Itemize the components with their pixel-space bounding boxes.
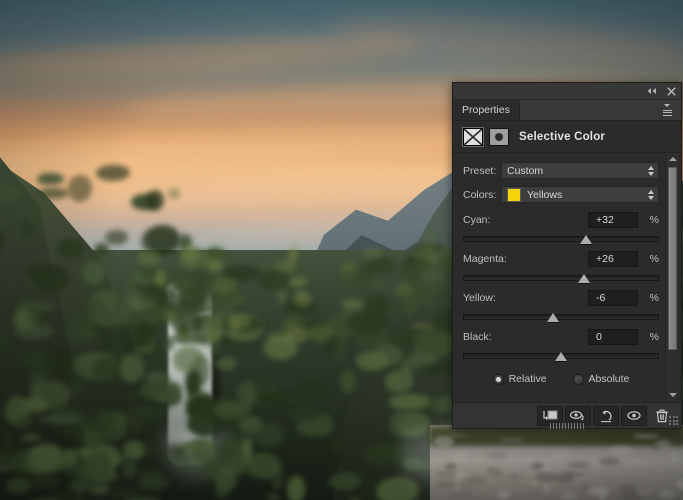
radio-absolute[interactable]: Absolute	[573, 373, 630, 385]
panel-menu-caret	[664, 104, 670, 107]
slider-value-input[interactable]: 0	[588, 329, 638, 345]
slider-group: Cyan:+32%	[463, 212, 659, 242]
radio-relative-label: Relative	[509, 373, 547, 385]
slider-handle[interactable]	[580, 235, 592, 244]
radio-absolute-dot[interactable]	[573, 374, 584, 385]
reset-adjustment-button[interactable]	[593, 406, 619, 426]
slider-track[interactable]	[463, 353, 659, 359]
adjustment-title: Selective Color	[519, 131, 605, 143]
resize-grip-icon[interactable]	[550, 423, 584, 429]
slider-unit: %	[638, 253, 659, 265]
radio-absolute-label: Absolute	[589, 373, 630, 385]
radio-relative[interactable]: Relative	[493, 373, 547, 385]
color-slider-group: Cyan:+32%Magenta:+26%Yellow:-6%Black:0%	[463, 212, 659, 359]
close-icon[interactable]	[665, 86, 677, 97]
slider-header: Magenta:+26%	[463, 251, 659, 267]
tab-strip-filler	[520, 100, 657, 120]
selective-color-adjustment-icon[interactable]	[489, 128, 509, 146]
radio-relative-dot[interactable]	[493, 374, 504, 385]
eye-with-arrow-icon	[569, 409, 587, 423]
panel-body: Preset: Custom Colors: Yellows	[453, 153, 681, 400]
slider-header: Cyan:+32%	[463, 212, 659, 228]
slider-unit: %	[638, 214, 659, 226]
method-radio-group[interactable]: Relative Absolute	[463, 373, 659, 385]
collapse-panel-icon[interactable]	[646, 86, 658, 97]
panel-menu-line	[663, 110, 672, 111]
layer-mask-thumbnail-icon[interactable]	[463, 128, 483, 146]
slider-label: Cyan:	[463, 214, 588, 226]
panel-menu-line	[663, 112, 672, 113]
slider-group: Yellow:-6%	[463, 290, 659, 320]
colors-row: Colors: Yellows	[463, 186, 659, 203]
slider-unit: %	[638, 331, 659, 343]
panel-menu-icon[interactable]	[657, 100, 681, 120]
slider-value-input[interactable]: -6	[588, 290, 638, 306]
tab-properties-label: Properties	[462, 104, 510, 116]
preset-row: Preset: Custom	[463, 162, 659, 179]
spinner-up-down-icon[interactable]	[648, 190, 654, 200]
slider-handle[interactable]	[547, 313, 559, 322]
slider-handle[interactable]	[555, 352, 567, 361]
slider-group: Black:0%	[463, 329, 659, 359]
slider-track[interactable]	[463, 314, 659, 320]
slider-value-input[interactable]: +32	[588, 212, 638, 228]
adjustment-dot	[495, 133, 503, 141]
slider-label: Black:	[463, 331, 588, 343]
slider-track[interactable]	[463, 275, 659, 281]
slider-header: Yellow:-6%	[463, 290, 659, 306]
reset-arrow-icon	[598, 409, 614, 423]
tab-properties[interactable]: Properties	[453, 100, 520, 120]
slider-label: Yellow:	[463, 292, 588, 304]
toggle-visibility-button[interactable]	[621, 406, 647, 426]
preset-value: Custom	[507, 165, 648, 177]
properties-panel[interactable]: Properties Selective Color Preset:	[452, 82, 682, 429]
slider-group: Magenta:+26%	[463, 251, 659, 281]
eye-icon	[626, 409, 642, 422]
adjustment-header: Selective Color	[453, 121, 681, 153]
scrollbar-thumb[interactable]	[668, 167, 677, 350]
color-swatch	[507, 188, 521, 202]
slider-track[interactable]	[463, 236, 659, 242]
colors-select[interactable]: Yellows	[501, 186, 659, 203]
slider-label: Magenta:	[463, 253, 588, 265]
preset-select[interactable]: Custom	[501, 162, 659, 179]
panel-menu-line	[663, 115, 672, 116]
trash-icon	[655, 409, 669, 423]
scroll-up-arrow-icon[interactable]	[666, 153, 679, 164]
slider-value-input[interactable]: +26	[588, 251, 638, 267]
adjustment-controls: Preset: Custom Colors: Yellows	[453, 153, 681, 385]
spinner-up-down-icon[interactable]	[648, 166, 654, 176]
panel-scrollbar[interactable]	[665, 153, 679, 400]
slider-unit: %	[638, 292, 659, 304]
slider-handle[interactable]	[578, 274, 590, 283]
panel-tab-strip[interactable]: Properties	[453, 100, 681, 121]
scroll-down-arrow-icon[interactable]	[666, 389, 679, 400]
corner-resize-grip-icon[interactable]	[669, 416, 678, 425]
colors-value: Yellows	[527, 189, 648, 201]
slider-header: Black:0%	[463, 329, 659, 345]
clip-to-layer-icon	[542, 409, 558, 423]
colors-label: Colors:	[463, 189, 501, 201]
panel-title-bar[interactable]	[453, 83, 681, 100]
preset-label: Preset:	[463, 165, 501, 177]
